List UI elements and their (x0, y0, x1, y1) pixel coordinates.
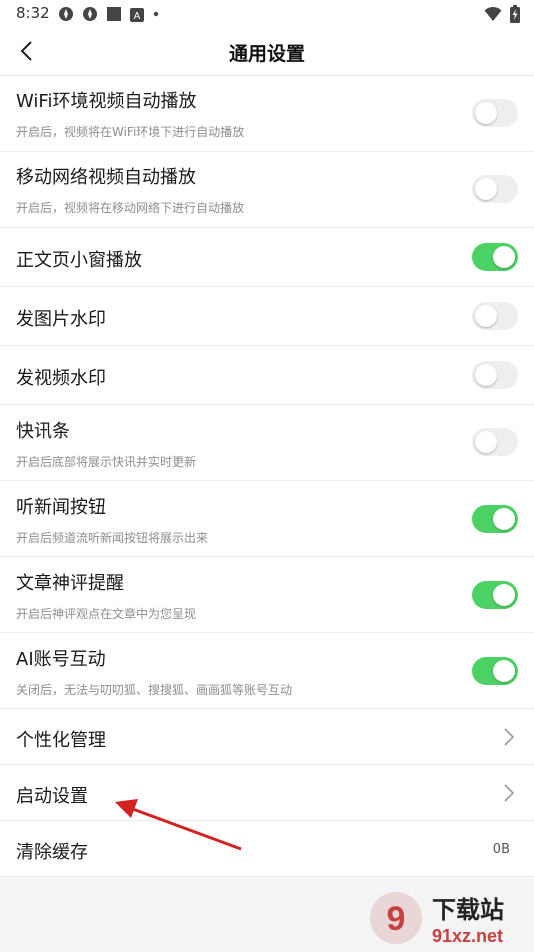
watermark-big-text: 下载站 (432, 896, 504, 924)
site-watermark: 9 下载站 91xz.net (360, 888, 530, 948)
watermark-small-text: 91xz.net (432, 926, 503, 946)
logo-glyph: 9 (387, 900, 406, 938)
annotation-arrow-icon (115, 799, 242, 851)
site-logo-icon: 9 下载站 91xz.net (370, 892, 504, 946)
